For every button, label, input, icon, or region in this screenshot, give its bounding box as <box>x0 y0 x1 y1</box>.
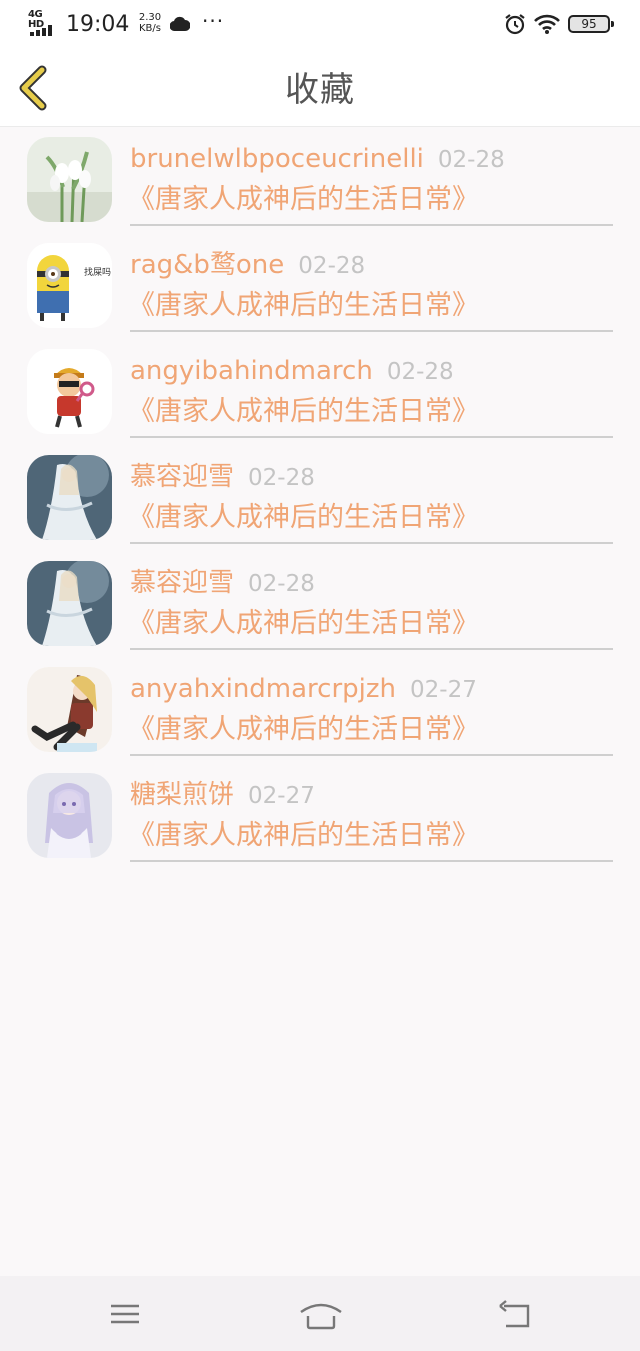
favorite-date: 02-28 <box>248 465 315 491</box>
status-bar: 4G HD 19:04 2.30 KB/s ··· 95 <box>0 0 640 50</box>
favorite-book-title[interactable]: 《唐家人成神后的生活日常》 <box>128 501 479 535</box>
avatar[interactable] <box>27 137 112 222</box>
system-nav-bar <box>0 1276 640 1351</box>
favorite-item[interactable]: 找屎吗 rag&b鹜one 02-28 《唐家人成神后的生活日常》 <box>0 233 640 339</box>
favorite-username-text: 慕容迎雪 <box>130 462 235 492</box>
clock-time: 19:04 <box>66 12 130 37</box>
divider <box>130 648 613 650</box>
favorite-date: 02-28 <box>437 147 505 173</box>
more-dots-icon: ··· <box>202 9 225 33</box>
avatar[interactable] <box>27 561 112 646</box>
favorite-username-text: angyibahindmarch <box>130 356 373 386</box>
page-title: 收藏 <box>285 70 355 110</box>
wifi-icon <box>534 14 560 34</box>
favorite-date: 02-28 <box>248 571 315 597</box>
favorite-username[interactable]: 慕容迎雪 02-28 <box>130 461 315 494</box>
favorite-username[interactable]: rag&b鹜one 02-28 <box>130 249 365 282</box>
favorite-book-title[interactable]: 《唐家人成神后的生活日常》 <box>128 819 479 853</box>
battery-icon: 95 <box>568 15 614 33</box>
divider <box>130 330 613 332</box>
avatar[interactable]: 找屎吗 <box>27 243 112 328</box>
avatar[interactable] <box>27 455 112 540</box>
menu-button[interactable] <box>105 1294 145 1334</box>
favorite-item[interactable]: 糖梨煎饼 02-27 《唐家人成神后的生活日常》 <box>0 763 640 869</box>
divider <box>130 754 613 756</box>
favorite-username-text: rag&b鹜one <box>130 250 285 280</box>
favorite-username-text: brunelwlbpoceucrinelli <box>130 144 424 174</box>
favorite-username[interactable]: anyahxindmarcrpjzh 02-27 <box>130 673 477 706</box>
favorite-username[interactable]: 慕容迎雪 02-28 <box>130 567 315 600</box>
favorite-item[interactable]: brunelwlbpoceucrinelli 02-28 《唐家人成神后的生活日常… <box>0 127 640 233</box>
favorite-book-title[interactable]: 《唐家人成神后的生活日常》 <box>128 183 479 217</box>
favorite-username-text: 慕容迎雪 <box>130 568 235 598</box>
favorite-date: 02-27 <box>248 783 315 809</box>
favorite-username-text: anyahxindmarcrpjzh <box>130 674 397 704</box>
back-nav-button[interactable] <box>496 1294 536 1334</box>
alarm-icon <box>505 14 525 35</box>
cloud-icon <box>170 16 190 32</box>
favorite-book-title[interactable]: 《唐家人成神后的生活日常》 <box>128 713 479 747</box>
favorite-book-title[interactable]: 《唐家人成神后的生活日常》 <box>128 395 479 429</box>
avatar-caption: 找屎吗 <box>84 266 111 278</box>
divider <box>130 860 613 862</box>
menu-icon <box>111 1304 139 1324</box>
favorite-item[interactable]: 慕容迎雪 02-28 《唐家人成神后的生活日常》 <box>0 445 640 551</box>
favorite-book-title[interactable]: 《唐家人成神后的生活日常》 <box>128 607 479 641</box>
home-button[interactable] <box>298 1294 344 1334</box>
avatar[interactable] <box>27 773 112 858</box>
favorite-date: 02-28 <box>386 359 454 385</box>
favorite-item[interactable]: 慕容迎雪 02-28 《唐家人成神后的生活日常》 <box>0 551 640 657</box>
network-speed-unit: KB/s <box>139 23 161 34</box>
divider <box>130 542 613 544</box>
favorite-username[interactable]: brunelwlbpoceucrinelli 02-28 <box>130 143 505 176</box>
favorite-date: 02-27 <box>410 677 477 703</box>
divider <box>130 436 613 438</box>
favorite-username[interactable]: 糖梨煎饼 02-27 <box>130 779 315 812</box>
favorite-date: 02-28 <box>298 253 366 279</box>
favorite-item[interactable]: anyahxindmarcrpjzh 02-27 《唐家人成神后的生活日常》 <box>0 657 640 763</box>
favorite-item[interactable]: angyibahindmarch 02-28 《唐家人成神后的生活日常》 <box>0 339 640 445</box>
favorites-list: brunelwlbpoceucrinelli 02-28 《唐家人成神后的生活日常… <box>0 127 640 869</box>
avatar[interactable] <box>27 349 112 434</box>
home-icon <box>300 1303 342 1330</box>
divider <box>130 224 613 226</box>
favorite-username[interactable]: angyibahindmarch 02-28 <box>130 355 454 388</box>
header-bar: 收藏 <box>0 50 640 127</box>
avatar[interactable] <box>27 667 112 752</box>
favorite-book-title[interactable]: 《唐家人成神后的生活日常》 <box>128 289 479 323</box>
signal-icon: 4G HD <box>28 10 60 36</box>
network-speed: 2.30 KB/s <box>133 12 167 34</box>
favorite-username-text: 糖梨煎饼 <box>130 780 235 810</box>
network-speed-value: 2.30 <box>138 12 162 23</box>
back-icon <box>499 1300 530 1328</box>
